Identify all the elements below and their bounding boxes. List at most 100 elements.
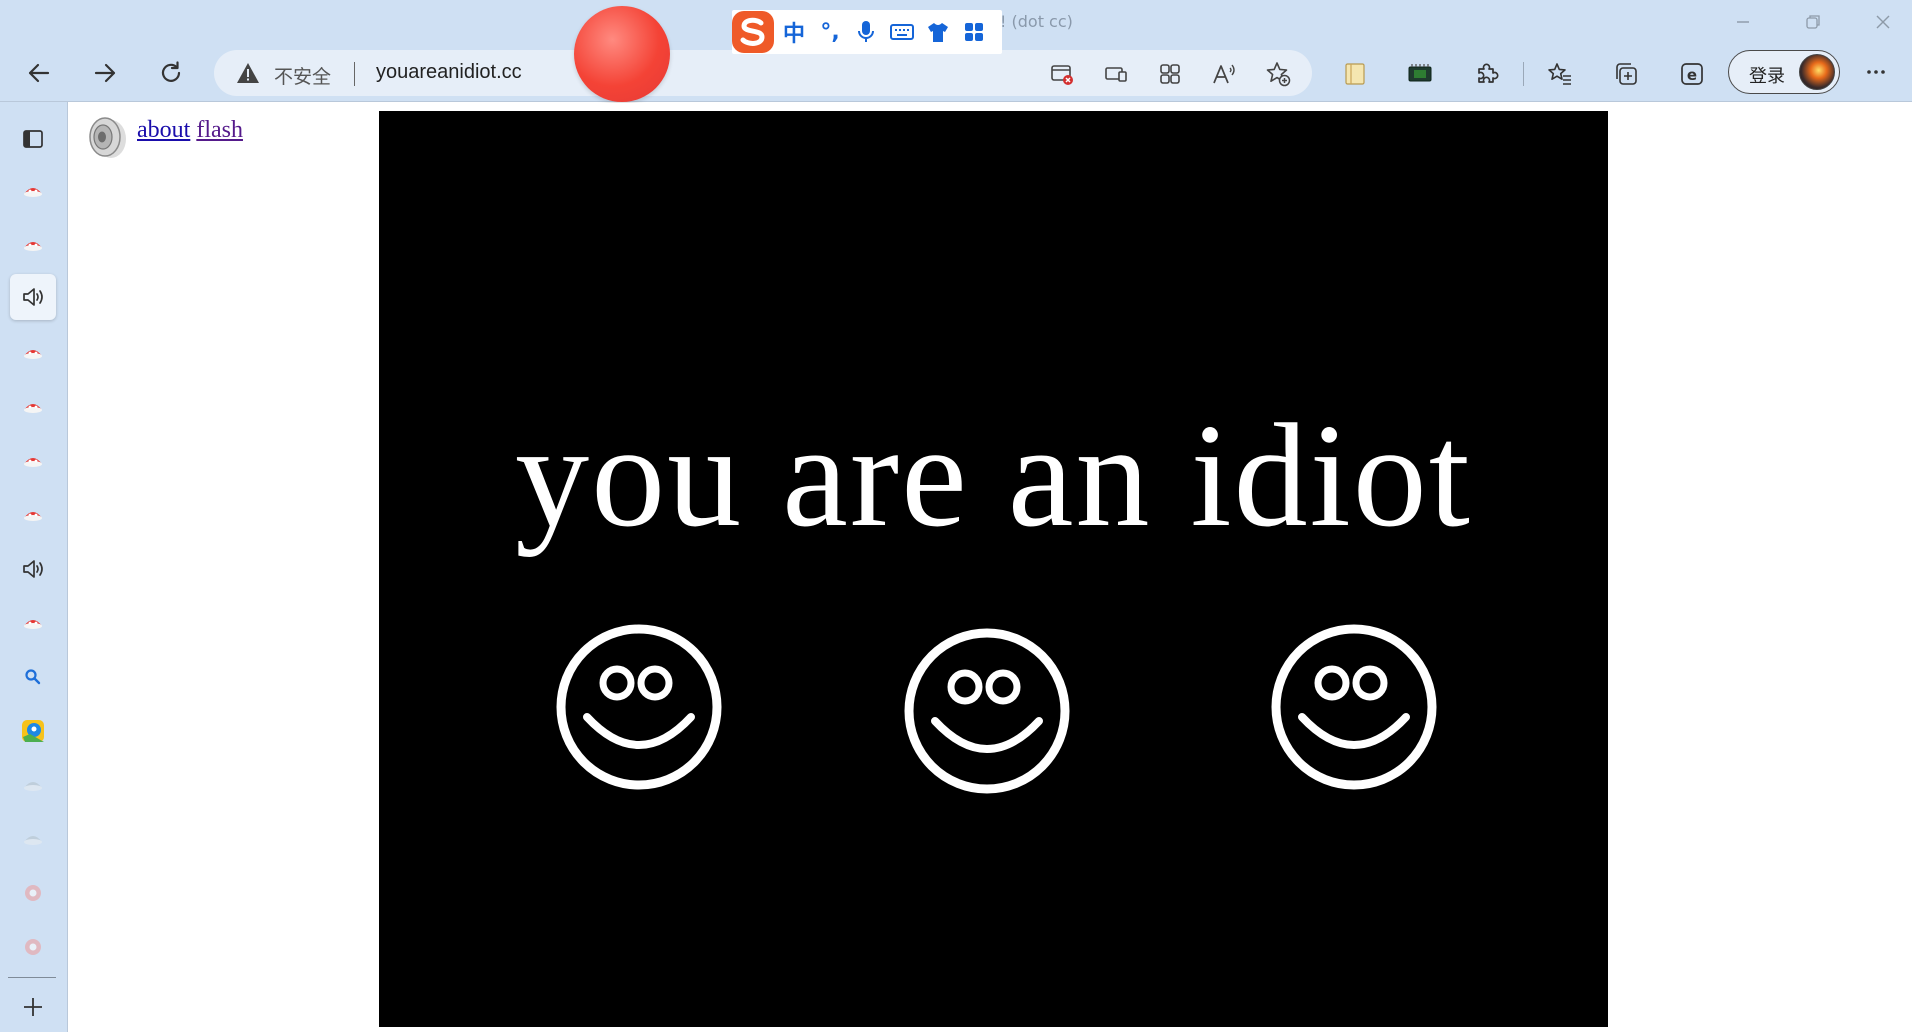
tab-item-active[interactable] bbox=[10, 274, 56, 320]
page-content: about flash you are an idiot bbox=[69, 103, 1912, 1032]
flash-favicon-faded-icon bbox=[24, 782, 42, 791]
close-icon bbox=[1876, 15, 1890, 29]
more-dots-icon bbox=[1867, 70, 1885, 74]
refresh-button[interactable] bbox=[150, 52, 192, 94]
favorites-star-icon bbox=[1548, 63, 1571, 85]
new-tab-button[interactable] bbox=[10, 984, 56, 1030]
speaker-icon bbox=[89, 117, 126, 158]
puzzle-icon bbox=[1478, 63, 1499, 83]
flash-favicon-icon bbox=[24, 404, 42, 413]
login-label: 登录 bbox=[1749, 66, 1785, 87]
read-aloud-button[interactable] bbox=[1210, 60, 1238, 88]
extension-notebook-button[interactable] bbox=[1335, 54, 1375, 94]
vertical-tab-bar bbox=[0, 102, 68, 1032]
recording-indicator[interactable] bbox=[574, 6, 670, 102]
toolbar-divider bbox=[1523, 62, 1524, 86]
shirt-icon bbox=[928, 23, 948, 42]
flash-favicon-icon bbox=[24, 242, 42, 251]
restore-button[interactable] bbox=[1790, 4, 1836, 40]
plus-icon bbox=[24, 998, 42, 1016]
collections-button[interactable] bbox=[1606, 54, 1646, 94]
ie-mode-button[interactable]: e bbox=[1672, 54, 1712, 94]
search-favicon-icon bbox=[25, 669, 41, 685]
app-available-button[interactable] bbox=[1102, 60, 1130, 88]
tab-item[interactable] bbox=[10, 222, 56, 268]
map-favicon-icon bbox=[22, 720, 44, 742]
sogou-logo-icon[interactable] bbox=[730, 9, 776, 55]
popup-blocked-button[interactable] bbox=[1048, 60, 1076, 88]
notebook-icon bbox=[1345, 63, 1365, 85]
flash-favicon-icon bbox=[24, 458, 42, 467]
extensions-button[interactable] bbox=[1467, 54, 1507, 94]
security-label[interactable]: 不安全 bbox=[274, 62, 331, 89]
tab-item[interactable] bbox=[10, 168, 56, 214]
avatar bbox=[1799, 54, 1835, 90]
flash-favicon-icon bbox=[24, 620, 42, 629]
flash-favicon-icon bbox=[24, 350, 42, 359]
tab-item[interactable] bbox=[10, 654, 56, 700]
tab-item[interactable] bbox=[10, 546, 56, 592]
smiley-face-icon bbox=[556, 624, 722, 790]
apps-grid-icon bbox=[1160, 64, 1180, 84]
page-links: about flash bbox=[137, 117, 243, 144]
collections-icon bbox=[1616, 63, 1637, 85]
tab-item[interactable] bbox=[10, 924, 56, 970]
settings-more-button[interactable] bbox=[1856, 52, 1896, 92]
speaker-audio-icon bbox=[23, 560, 43, 578]
tab-item[interactable] bbox=[10, 870, 56, 916]
tab-item[interactable] bbox=[10, 816, 56, 862]
url-text[interactable]: youareanidiot.cc bbox=[376, 61, 522, 84]
address-bar[interactable]: 不安全 youareanidiot.cc bbox=[214, 50, 1312, 96]
flash-link[interactable]: flash bbox=[196, 117, 243, 143]
smiley-face-icon bbox=[904, 628, 1070, 794]
favorites-button[interactable] bbox=[1540, 54, 1580, 94]
chip-icon bbox=[1408, 64, 1432, 82]
tab-item[interactable] bbox=[10, 438, 56, 484]
devices-icon bbox=[1105, 67, 1127, 82]
headline-text: you are an idiot bbox=[515, 394, 1472, 558]
smiley-face-icon bbox=[1271, 624, 1437, 790]
extension-chip-button[interactable] bbox=[1400, 54, 1440, 94]
ime-mode-toggle[interactable]: 中 bbox=[776, 14, 812, 50]
warning-icon[interactable] bbox=[236, 62, 260, 84]
minimize-button[interactable] bbox=[1720, 4, 1766, 40]
back-button[interactable] bbox=[18, 52, 60, 94]
skin-button[interactable] bbox=[920, 14, 956, 50]
forward-button[interactable] bbox=[84, 52, 126, 94]
microphone-icon bbox=[858, 21, 874, 42]
ime-punct-toggle[interactable]: °, bbox=[812, 14, 848, 50]
tab-item[interactable] bbox=[10, 330, 56, 376]
tab-item[interactable] bbox=[10, 762, 56, 808]
tab-list-divider bbox=[8, 977, 56, 978]
tab-actions-icon bbox=[23, 130, 43, 148]
window-title: ! (dot cc) bbox=[1000, 12, 1073, 31]
flash-favicon-icon bbox=[24, 512, 42, 521]
tab-item[interactable] bbox=[10, 384, 56, 430]
ie-mode-icon: e bbox=[1681, 63, 1703, 85]
flash-player[interactable]: you are an idiot bbox=[379, 111, 1608, 1027]
read-aloud-icon bbox=[1213, 64, 1235, 84]
refresh-icon bbox=[161, 61, 181, 82]
minimize-icon bbox=[1737, 21, 1749, 23]
toolbox-button[interactable] bbox=[956, 14, 992, 50]
ime-toolbar[interactable]: 中 °, bbox=[732, 10, 1002, 54]
speaker-audio-icon bbox=[23, 288, 43, 306]
tab-item[interactable] bbox=[10, 708, 56, 754]
voice-input-button[interactable] bbox=[848, 14, 884, 50]
soft-keyboard-button[interactable] bbox=[884, 14, 920, 50]
about-link[interactable]: about bbox=[137, 117, 190, 143]
add-favorite-button[interactable] bbox=[1264, 60, 1292, 88]
restore-icon bbox=[1806, 15, 1820, 29]
gear-favicon-icon bbox=[25, 939, 41, 955]
tab-actions-button[interactable] bbox=[10, 116, 56, 162]
tab-item[interactable] bbox=[10, 492, 56, 538]
arrow-left-icon bbox=[28, 63, 50, 83]
close-window-button[interactable] bbox=[1860, 4, 1906, 40]
apps-button[interactable] bbox=[1156, 60, 1184, 88]
grid-tools-icon bbox=[965, 23, 983, 41]
gear-favicon-icon bbox=[25, 885, 41, 901]
flash-favicon-faded-icon bbox=[24, 836, 42, 845]
profile-button[interactable]: 登录 bbox=[1728, 50, 1840, 94]
tab-item[interactable] bbox=[10, 600, 56, 646]
arrow-right-icon bbox=[94, 63, 116, 83]
